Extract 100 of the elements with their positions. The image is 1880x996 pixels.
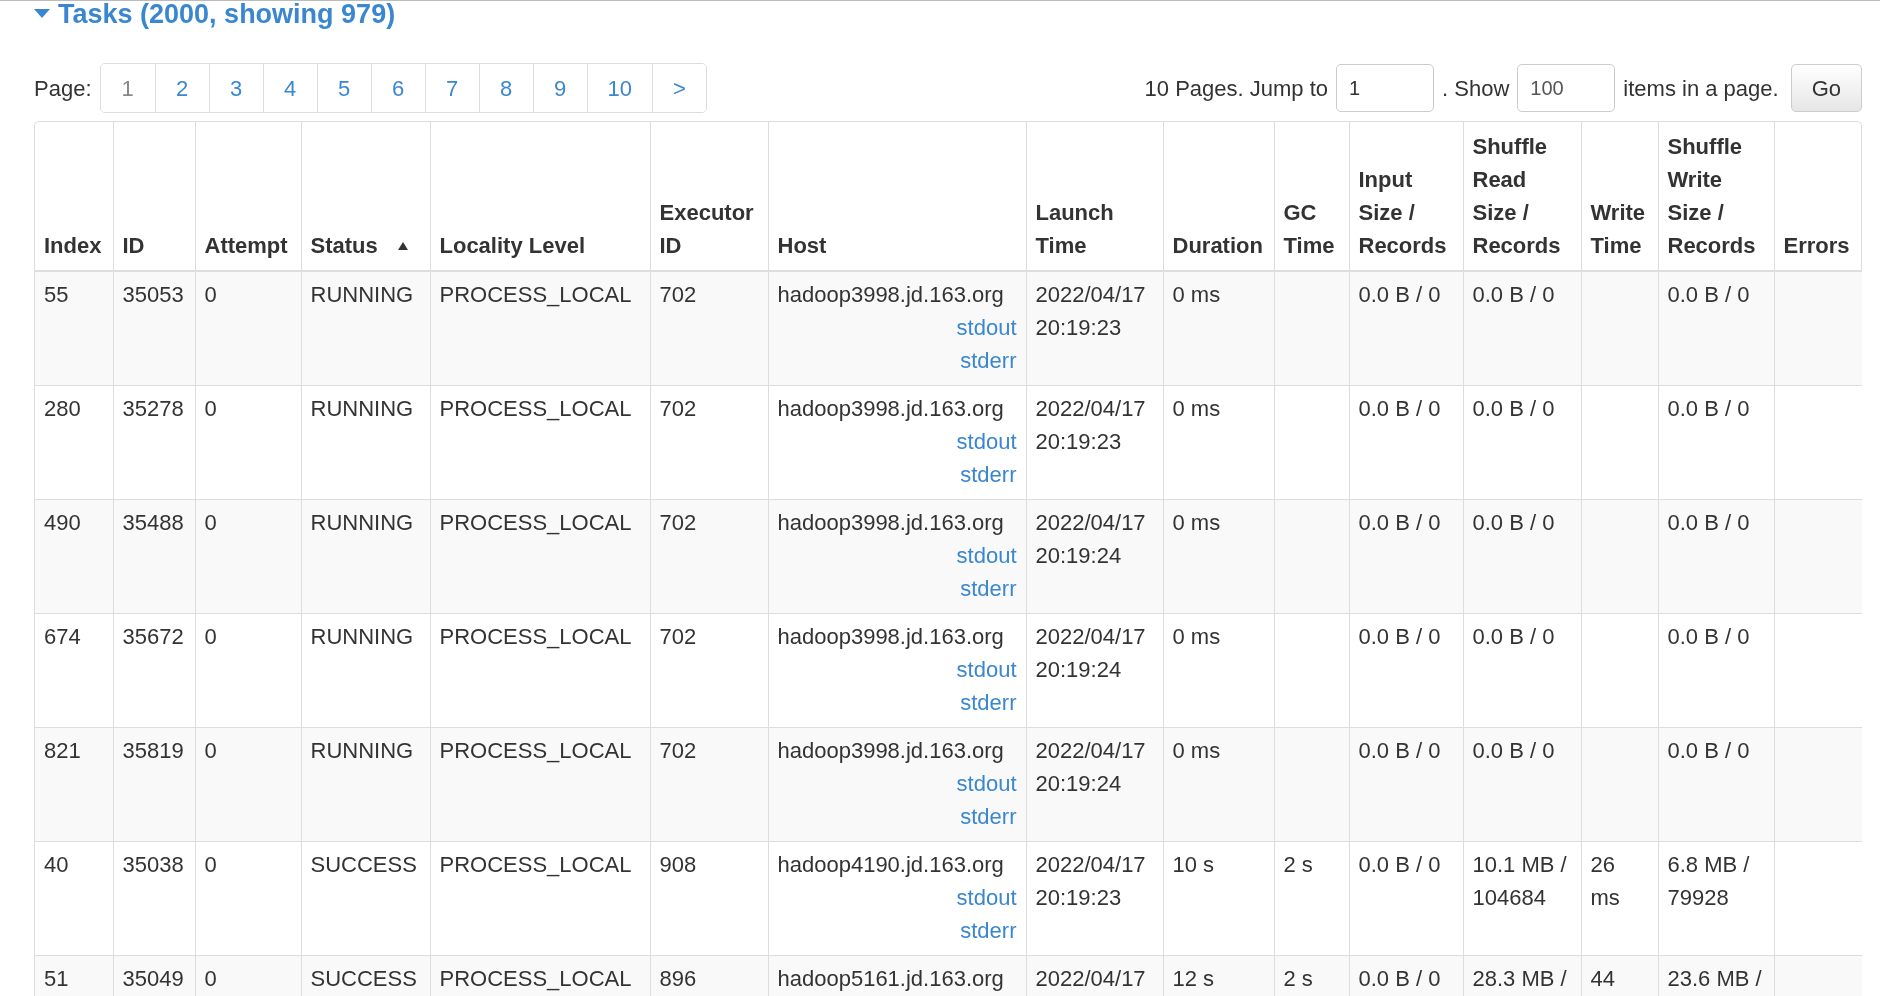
- sort-ascending-icon[interactable]: [397, 242, 408, 250]
- table-cell: 2 s: [1283, 965, 1313, 991]
- table-cell: 2022/04/17 20:19:23: [1035, 395, 1146, 454]
- table-cell: 0.0 B / 0: [1358, 282, 1441, 307]
- table-cell-text: hadoop3998.jd.163.org: [777, 508, 1004, 537]
- table-cell: RUNNING: [310, 282, 414, 307]
- table-cell: 0 ms: [1172, 509, 1221, 535]
- table-cell: SUCCESS: [310, 965, 417, 991]
- table-cell: 10 s: [1172, 851, 1215, 877]
- table-cell: PROCESS_LOCAL: [439, 282, 632, 307]
- table-cell: 0.0 B / 0: [1472, 737, 1555, 763]
- table-cell: PROCESS_LOCAL: [439, 509, 632, 535]
- column-header[interactable]: Index: [44, 229, 102, 262]
- table-cell: PROCESS_LOCAL: [439, 965, 632, 991]
- column-header[interactable]: Attempt: [204, 229, 288, 262]
- column-header[interactable]: Input Size / Records: [1358, 163, 1454, 262]
- table-cell: 0 ms: [1172, 623, 1221, 649]
- show-text: . Show: [1442, 74, 1510, 103]
- table-cell-text: hadoop5161.jd.163.org: [777, 964, 1004, 993]
- table-cell: 2022/04/17 20:19:24: [1035, 737, 1146, 796]
- column-header[interactable]: Launch Time: [1035, 196, 1154, 262]
- column-header[interactable]: Host: [777, 229, 827, 262]
- table-cell: RUNNING: [310, 737, 414, 763]
- table-cell: 0: [204, 282, 217, 307]
- table-cell: 12 s: [1172, 965, 1215, 991]
- table-cell: 0.0 B / 0: [1667, 282, 1750, 307]
- table-cell: PROCESS_LOCAL: [439, 395, 632, 421]
- caret-down-icon[interactable]: [34, 9, 50, 19]
- table-cell: 0.0 B / 0: [1667, 509, 1750, 535]
- table-cell: 0: [204, 737, 217, 763]
- log-link[interactable]: stdout: [956, 538, 1017, 572]
- section-title[interactable]: Tasks (2000, showing 979): [58, 1, 396, 35]
- log-link[interactable]: stderr: [960, 913, 1017, 947]
- log-link[interactable]: stderr: [960, 685, 1017, 719]
- table-cell-text: hadoop3998.jd.163.org: [777, 394, 1004, 423]
- column-header[interactable]: Errors: [1783, 229, 1850, 262]
- column-header[interactable]: Executor ID: [659, 196, 759, 262]
- table-cell: 2022/04/17 20:19:24: [1035, 509, 1146, 568]
- table-cell: 0: [204, 395, 217, 421]
- table-cell: 0 ms: [1172, 282, 1221, 307]
- table-cell: 702: [659, 509, 697, 535]
- table-cell-text: hadoop3998.jd.163.org: [777, 622, 1004, 651]
- table-cell: 55: [44, 282, 69, 307]
- table-cell: 35672: [122, 623, 184, 649]
- table-cell: RUNNING: [310, 395, 414, 421]
- table-cell: 35278: [122, 395, 184, 421]
- column-header[interactable]: Write Time: [1590, 196, 1649, 262]
- table-cell: 2 s: [1283, 851, 1313, 877]
- page-link[interactable]: >: [652, 64, 706, 112]
- table-cell: PROCESS_LOCAL: [439, 851, 632, 877]
- table-cell: 0.0 B / 0: [1472, 509, 1555, 535]
- column-header[interactable]: Shuffle Write Size / Records: [1667, 130, 1765, 262]
- table-cell: 23.6 MB /: [1667, 965, 1762, 991]
- column-header[interactable]: Status: [310, 229, 378, 262]
- table-cell: 896: [659, 965, 697, 991]
- table-cell: 35038: [122, 851, 184, 877]
- go-button[interactable]: Go: [1790, 64, 1862, 112]
- log-link[interactable]: stdout: [956, 880, 1017, 914]
- table-cell: 10.1 MB / 104684: [1472, 851, 1567, 910]
- column-header[interactable]: Locality Level: [439, 229, 585, 262]
- table-cell: 0 ms: [1172, 395, 1221, 421]
- table-cell: 0.0 B / 0: [1472, 623, 1555, 649]
- table-cell: RUNNING: [310, 509, 414, 535]
- table-cell: 0.0 B / 0: [1472, 282, 1555, 307]
- log-link[interactable]: stdout: [956, 311, 1017, 344]
- table-cell: 35049: [122, 965, 184, 991]
- table-cell: RUNNING: [310, 623, 414, 649]
- table-cell: 0.0 B / 0: [1472, 395, 1555, 421]
- log-link[interactable]: stdout: [956, 652, 1017, 686]
- table-cell: PROCESS_LOCAL: [439, 623, 632, 649]
- log-link[interactable]: stdout: [956, 766, 1017, 800]
- table-cell: 702: [659, 395, 697, 421]
- table-cell: 0.0 B / 0: [1358, 851, 1441, 877]
- table-cell: 35488: [122, 509, 184, 535]
- table-cell: 0: [204, 851, 217, 877]
- table-cell: 35819: [122, 737, 184, 763]
- log-link[interactable]: stdout: [956, 424, 1017, 458]
- column-header[interactable]: GC Time: [1283, 196, 1340, 262]
- table-cell: 0: [204, 965, 217, 991]
- table-cell: PROCESS_LOCAL: [439, 737, 632, 763]
- table-cell: SUCCESS: [310, 851, 417, 877]
- column-header[interactable]: Duration: [1172, 229, 1263, 262]
- table-cell: 2022/04/17: [1035, 965, 1146, 991]
- items-per-page-text: items in a page.: [1623, 74, 1779, 103]
- table-cell: 0.0 B / 0: [1667, 395, 1750, 421]
- log-link[interactable]: stderr: [960, 457, 1017, 491]
- page-size-field[interactable]: 100: [1517, 64, 1616, 112]
- table-cell: 0.0 B / 0: [1358, 509, 1441, 535]
- table-cell: 908: [659, 851, 697, 877]
- table-cell: 0 ms: [1172, 737, 1221, 763]
- column-header[interactable]: Shuffle Read Size / Records: [1472, 130, 1572, 262]
- table-cell: 702: [659, 737, 697, 763]
- table-cell: 26 ms: [1590, 851, 1620, 910]
- pages-count-text: 10 Pages. Jump to: [1144, 74, 1329, 103]
- jump-to-field[interactable]: 1: [1336, 64, 1435, 112]
- column-header[interactable]: ID: [122, 229, 145, 262]
- log-link[interactable]: stderr: [960, 799, 1017, 833]
- log-link[interactable]: stderr: [960, 344, 1017, 377]
- table-cell: 35053: [122, 282, 184, 307]
- log-link[interactable]: stderr: [960, 571, 1017, 605]
